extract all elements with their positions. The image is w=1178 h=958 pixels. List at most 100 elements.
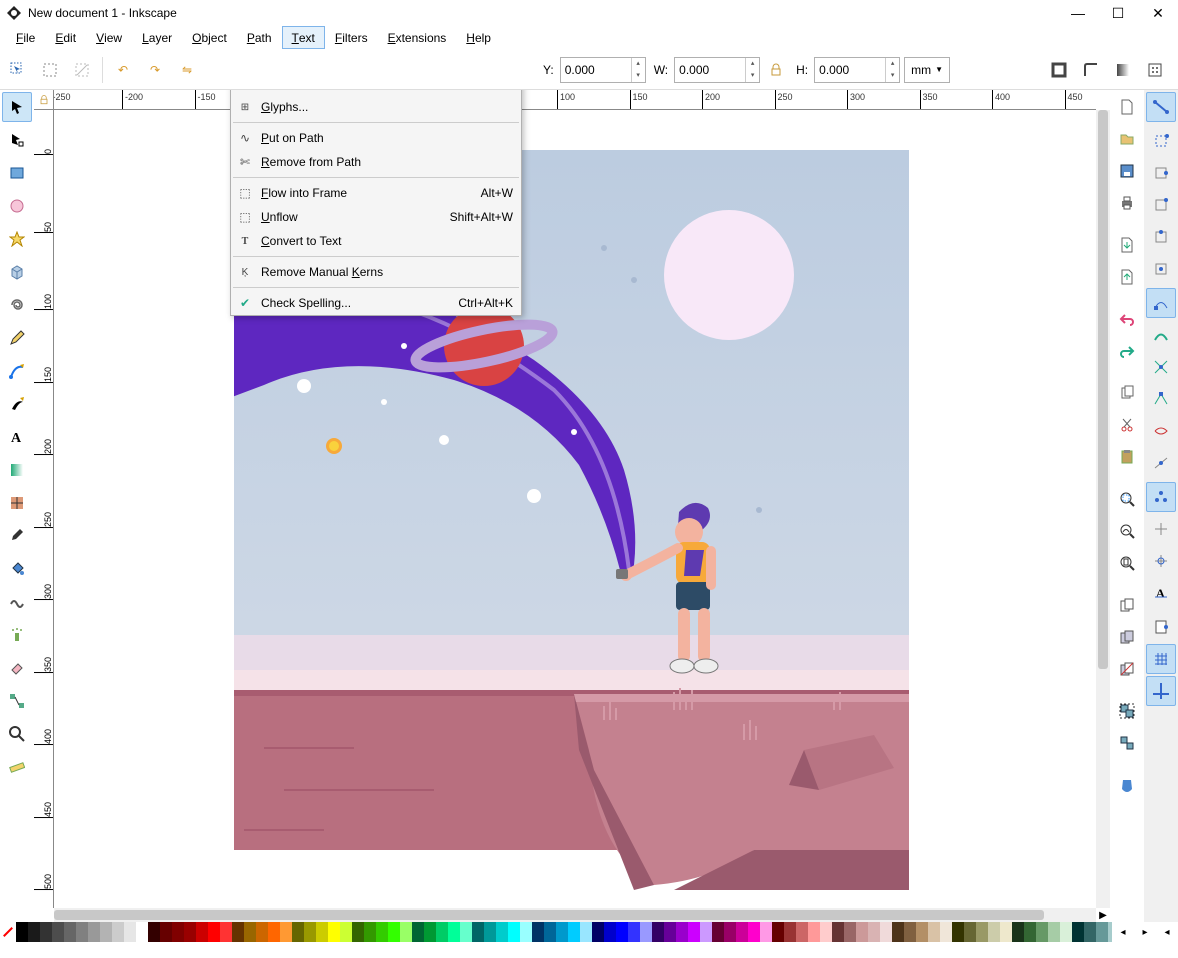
calligraphy-tool[interactable] [2,389,32,419]
color-swatch[interactable] [1012,922,1024,942]
color-swatch[interactable] [856,922,868,942]
snap-intersection-icon[interactable] [1146,352,1176,382]
color-swatch[interactable] [928,922,940,942]
measure-tool[interactable] [2,752,32,782]
snap-text-baseline-icon[interactable]: A [1146,578,1176,608]
color-swatch[interactable] [676,922,688,942]
minimize-button[interactable]: — [1058,0,1098,26]
vertical-scrollbar[interactable] [1096,110,1110,908]
menu-text[interactable]: Text [282,26,325,49]
rectangle-tool[interactable] [2,158,32,188]
menu-layer[interactable]: Layer [132,26,182,49]
color-swatch[interactable] [256,922,268,942]
menu-view[interactable]: View [86,26,132,49]
color-swatch[interactable] [784,922,796,942]
color-swatch[interactable] [1096,922,1108,942]
color-swatch[interactable] [652,922,664,942]
paint-bucket-tool[interactable] [2,554,32,584]
color-swatch[interactable] [640,922,652,942]
snap-cusp-icon[interactable] [1146,384,1176,414]
menu-item-remove-manual-kerns[interactable]: ĶRemove Manual Kerns [231,260,521,284]
color-swatch[interactable] [820,922,832,942]
mesh-tool[interactable] [2,488,32,518]
color-swatch[interactable] [808,922,820,942]
snap-bbox-midpoint-icon[interactable] [1146,222,1176,252]
affect-corners-icon[interactable] [1076,55,1106,85]
maximize-button[interactable]: ☐ [1098,0,1138,26]
menu-path[interactable]: Path [237,26,282,49]
menu-file[interactable]: File [6,26,45,49]
eraser-tool[interactable] [2,653,32,683]
horizontal-scrollbar[interactable] [54,908,1096,922]
color-swatch[interactable] [472,922,484,942]
print-icon[interactable] [1112,188,1142,218]
horizontal-ruler[interactable]: -300-250-200-150-100-5005010015020025030… [54,90,1096,110]
color-swatch[interactable] [88,922,100,942]
color-swatch[interactable] [424,922,436,942]
color-swatch[interactable] [760,922,772,942]
close-button[interactable]: ✕ [1138,0,1178,26]
zoom-fit-page-icon[interactable] [1112,548,1142,578]
color-swatch[interactable] [196,922,208,942]
vertical-ruler[interactable]: 050100150200250300350400450500550 [34,110,54,908]
affect-stroke-icon[interactable] [1044,55,1074,85]
color-swatch[interactable] [28,922,40,942]
lock-aspect-icon[interactable] [764,56,788,84]
snap-bbox-edge-icon[interactable] [1146,158,1176,188]
bezier-tool[interactable] [2,356,32,386]
tweak-tool[interactable] [2,587,32,617]
menu-object[interactable]: Object [182,26,237,49]
color-swatch[interactable] [112,922,124,942]
color-swatch[interactable] [892,922,904,942]
group-icon[interactable] [1112,696,1142,726]
snap-bbox-corner-icon[interactable] [1146,190,1176,220]
color-swatch[interactable] [460,922,472,942]
color-swatch[interactable] [916,922,928,942]
color-swatch[interactable] [148,922,160,942]
menu-item-convert-to-text[interactable]: TConvert to Text [231,229,521,253]
color-swatch[interactable] [724,922,736,942]
menu-item-check-spelling[interactable]: ✔Check Spelling...Ctrl+Alt+K [231,291,521,315]
color-swatch[interactable] [40,922,52,942]
star-tool[interactable] [2,224,32,254]
color-swatch[interactable] [880,922,892,942]
spray-tool[interactable] [2,620,32,650]
canvas[interactable] [54,110,1096,908]
color-swatch[interactable] [1000,922,1012,942]
color-swatch[interactable] [544,922,556,942]
color-swatch[interactable] [124,922,136,942]
flip-horizontal-icon[interactable]: ⇋ [173,56,201,84]
color-swatch[interactable] [52,922,64,942]
color-swatch[interactable] [628,922,640,942]
snap-rotation-center-icon[interactable] [1146,546,1176,576]
color-swatch[interactable] [304,922,316,942]
menu-item-flow-into-frame[interactable]: ⬚Flow into FrameAlt+W [231,181,521,205]
color-swatch[interactable] [400,922,412,942]
color-swatch[interactable] [76,922,88,942]
snap-grid-icon[interactable] [1146,644,1176,674]
color-swatch[interactable] [664,922,676,942]
color-swatch[interactable] [976,922,988,942]
color-swatch[interactable] [1060,922,1072,942]
fill-stroke-dialog-icon[interactable] [1112,770,1142,800]
no-fill-swatch[interactable] [0,922,16,942]
color-swatch[interactable] [16,922,28,942]
color-swatch[interactable] [520,922,532,942]
color-swatch[interactable] [160,922,172,942]
color-swatch[interactable] [592,922,604,942]
snap-nodes-icon[interactable] [1146,288,1176,318]
color-swatch[interactable] [748,922,760,942]
color-swatch[interactable] [376,922,388,942]
h-input[interactable]: ▴▾ [814,57,900,83]
color-swatch[interactable] [484,922,496,942]
color-swatch[interactable] [328,922,340,942]
menu-edit[interactable]: Edit [45,26,86,49]
color-swatch[interactable] [64,922,76,942]
snap-others-icon[interactable] [1146,482,1176,512]
ellipse-tool[interactable] [2,191,32,221]
gradient-tool[interactable] [2,455,32,485]
color-swatch[interactable] [100,922,112,942]
connector-tool[interactable] [2,686,32,716]
select-all-layers-icon[interactable] [4,56,32,84]
color-swatch[interactable] [1024,922,1036,942]
